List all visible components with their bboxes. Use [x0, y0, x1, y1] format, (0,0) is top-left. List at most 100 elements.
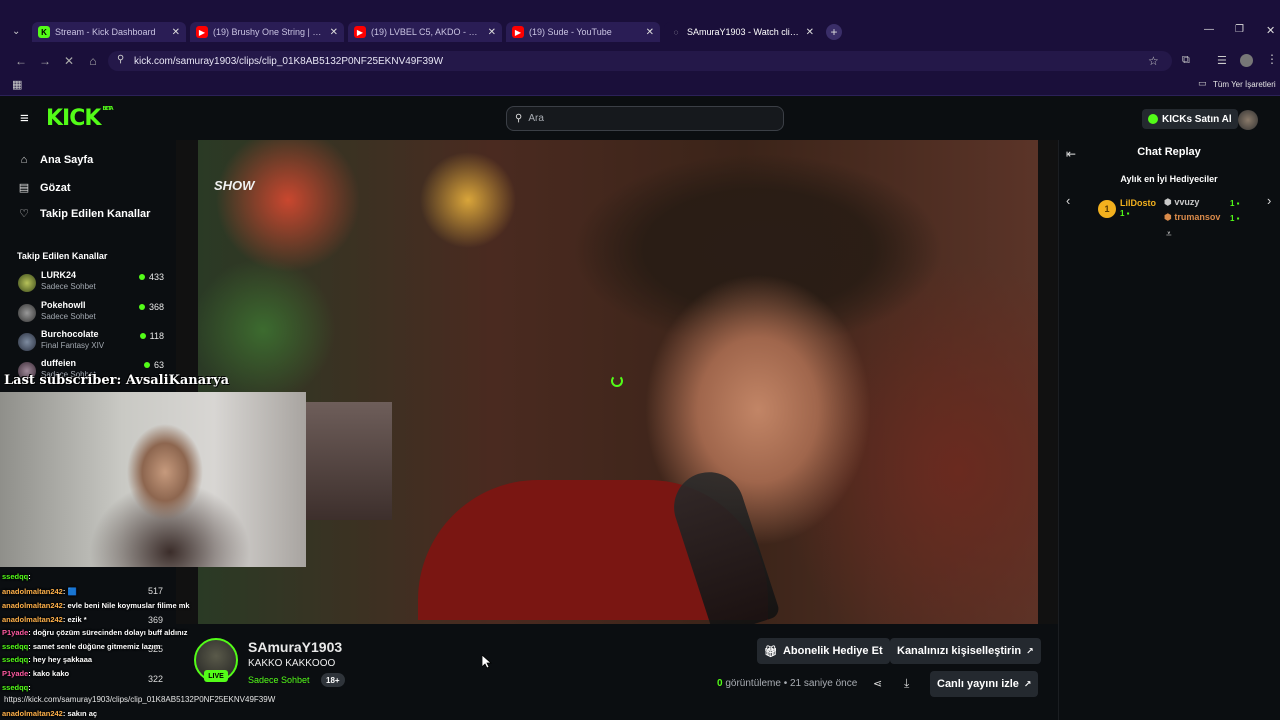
close-icon[interactable]: ✕ — [646, 27, 654, 38]
mouse-cursor-icon — [482, 655, 492, 669]
chat-line: anadolmaltan242: ezik * — [2, 615, 87, 624]
chat-line: ssedqq: — [2, 572, 31, 581]
gifter-item[interactable]: LilDosto 1 ▪ — [1120, 198, 1156, 218]
menu-dots-icon[interactable]: ⋮ — [1266, 52, 1278, 66]
home-icon[interactable]: ⌂ — [84, 52, 102, 70]
chat-line: P1yade: kako kako — [2, 669, 70, 678]
search-input[interactable]: ⚲ Ara — [506, 106, 784, 131]
sidebar-item-following[interactable]: ♡ Takip Edilen Kanallar — [18, 207, 150, 221]
stream-category[interactable]: Sadece Sohbet — [248, 675, 310, 685]
age-badge: 18+ — [321, 673, 345, 687]
webcam-overlay — [0, 392, 306, 567]
chat-line: ssedqq: hey hey şakkaaa — [2, 655, 93, 664]
chat-line: ssedqq: — [2, 683, 31, 692]
tab-search-icon[interactable]: ⌄ — [12, 26, 20, 37]
customize-channel-button[interactable]: Kanalınızı kişiselleştirin ↗ — [890, 638, 1041, 664]
avatar — [18, 274, 36, 292]
star-icon[interactable]: ☆ — [1148, 54, 1159, 68]
youtube-icon: ▶ — [512, 26, 524, 38]
gift-icon: 🎁︎ — [764, 645, 778, 658]
channel-name[interactable]: SAmuraY1903 — [248, 639, 342, 655]
extensions-icon[interactable]: ⧉ — [1182, 54, 1190, 67]
hamburger-menu-icon[interactable]: ≡ — [20, 110, 29, 127]
close-icon[interactable]: ✕ — [488, 27, 496, 38]
watch-live-button[interactable]: Canlı yayını izle ↗ — [930, 671, 1039, 697]
kick-logo[interactable]: KICK BETA — [46, 106, 114, 131]
site-info-icon[interactable]: ⚲ — [117, 54, 124, 65]
forward-icon[interactable]: → — [36, 52, 54, 70]
chat-line: anadolmaltan242: sakın aç — [2, 709, 98, 718]
gifter-item[interactable]: ⬢ trumansov — [1164, 212, 1220, 223]
back-icon[interactable]: ← — [12, 52, 30, 70]
loading-spinner-icon — [611, 375, 623, 387]
chat-panel — [1058, 140, 1280, 720]
minimize-icon[interactable]: — — [1204, 24, 1214, 35]
gifter-count: 1 ▪ — [1230, 199, 1240, 208]
all-bookmarks-link[interactable]: Tüm Yer İşaretleri — [1213, 80, 1276, 89]
last-subscriber-overlay: Last subscriber: AvsaliKanarya — [4, 373, 229, 388]
gifter-item[interactable]: ⬢ vvuzy — [1164, 197, 1199, 208]
prev-arrow-icon[interactable]: ‹ — [1066, 193, 1070, 208]
browser-tab[interactable]: ▶ (19) LVBEL C5, AKDO - ÇÖZEMİ ✕ — [348, 22, 502, 42]
chat-line: anadolmaltan242: evle beni Nile koymusla… — [2, 601, 190, 610]
channel-item[interactable]: Burchocolate Final Fantasy XIV 118 — [18, 329, 168, 357]
close-icon[interactable]: ✕ — [172, 27, 180, 38]
kicks-icon — [1148, 114, 1158, 124]
webcam-secondary — [306, 402, 392, 520]
youtube-icon: ▶ — [354, 26, 366, 38]
bookmarks-bar: ▦ ▭ Tüm Yer İşaretleri — [0, 74, 1280, 96]
stream-title: KAKKO KAKKOOO — [248, 658, 336, 669]
apps-grid-icon[interactable]: ▦ — [12, 78, 22, 91]
folder-icon: ▭ — [1198, 78, 1207, 88]
stop-icon[interactable]: ✕ — [60, 52, 78, 70]
browser-tab-active[interactable]: ◌ SAmuraY1903 - Watch clips on ✕ — [664, 22, 820, 42]
underlay-viewers: 369 — [148, 615, 164, 625]
top-gifters-title: Aylık en İyi Hediyeciler — [1120, 174, 1218, 184]
search-icon: ⚲ — [515, 113, 523, 124]
share-icon[interactable]: ⋖ — [873, 677, 882, 690]
sidebar-item-home[interactable]: ⌂ Ana Sayfa — [18, 154, 94, 166]
gifter-count: 1 ▪ — [1230, 214, 1240, 223]
browser-tab[interactable]: ▶ (19) Sude - YouTube ✕ — [506, 22, 660, 42]
next-arrow-icon[interactable]: › — [1267, 193, 1271, 208]
home-icon: ⌂ — [20, 154, 28, 166]
browse-icon: ▤ — [18, 182, 30, 194]
browser-tab[interactable]: ▶ (19) Brushy One String | Chicke ✕ — [190, 22, 344, 42]
sidebar-item-browse[interactable]: ▤ Gözat — [18, 181, 71, 195]
kick-icon: K — [38, 26, 50, 38]
download-icon[interactable]: ⤓ — [904, 676, 909, 691]
heart-icon: ♡ — [19, 208, 29, 220]
youtube-icon: ▶ — [196, 26, 208, 38]
url-field[interactable]: ⚲ kick.com/samuray1903/clips/clip_01K8AB… — [108, 51, 1172, 71]
user-avatar[interactable] — [1238, 110, 1258, 130]
channel-item[interactable]: Pokehowll Sadece Sohbet 368 — [18, 300, 168, 328]
chat-line: P1yade: doğru çözüm sürecinden dolayı bu… — [2, 628, 188, 637]
gold-badge-icon: 1 — [1098, 200, 1116, 218]
external-link-icon: ↗ — [1023, 678, 1032, 689]
chat-line: anadolmaltan242: 🟦 — [2, 587, 77, 596]
maximize-icon[interactable]: ❐ — [1235, 24, 1244, 35]
expand-down-icon[interactable]: ⩡ — [1166, 229, 1172, 240]
media-icon[interactable]: ☰ — [1217, 54, 1227, 67]
silver-badge-icon: ⬢ — [1164, 197, 1175, 207]
chat-line: ssedqq: samet senle düğüne gitmemiz lazı… — [2, 642, 161, 651]
bronze-badge-icon: ⬢ — [1164, 212, 1175, 222]
live-badge: LIVE — [204, 670, 228, 682]
buy-kicks-button[interactable]: KICKs Satın Al — [1142, 109, 1238, 129]
chat-replay-title: Chat Replay — [1137, 146, 1201, 158]
channel-item[interactable]: LURK24 Sadece Sohbet 433 — [18, 270, 168, 298]
underlay-viewers: 322 — [148, 674, 164, 684]
status-bar-url: https://kick.com/samuray1903/clips/clip_… — [0, 693, 280, 706]
close-icon[interactable]: ✕ — [806, 27, 814, 38]
new-tab-button[interactable]: + — [826, 24, 842, 40]
underlay-viewers: 517 — [148, 586, 164, 596]
browser-tab-bar: ⌄ K Stream - Kick Dashboard ✕ ▶ (19) Bru… — [0, 0, 1280, 48]
avatar — [18, 304, 36, 322]
loading-icon: ◌ — [673, 27, 679, 37]
gift-subscription-button[interactable]: 🎁︎ Abonelik Hediye Et — [757, 638, 890, 664]
close-icon[interactable]: ✕ — [330, 27, 338, 38]
profile-avatar[interactable] — [1240, 54, 1253, 67]
window-close-icon[interactable]: ✕ — [1266, 24, 1275, 37]
browser-tab[interactable]: K Stream - Kick Dashboard ✕ — [32, 22, 186, 42]
show-tv-logo: SHOW — [214, 178, 255, 193]
